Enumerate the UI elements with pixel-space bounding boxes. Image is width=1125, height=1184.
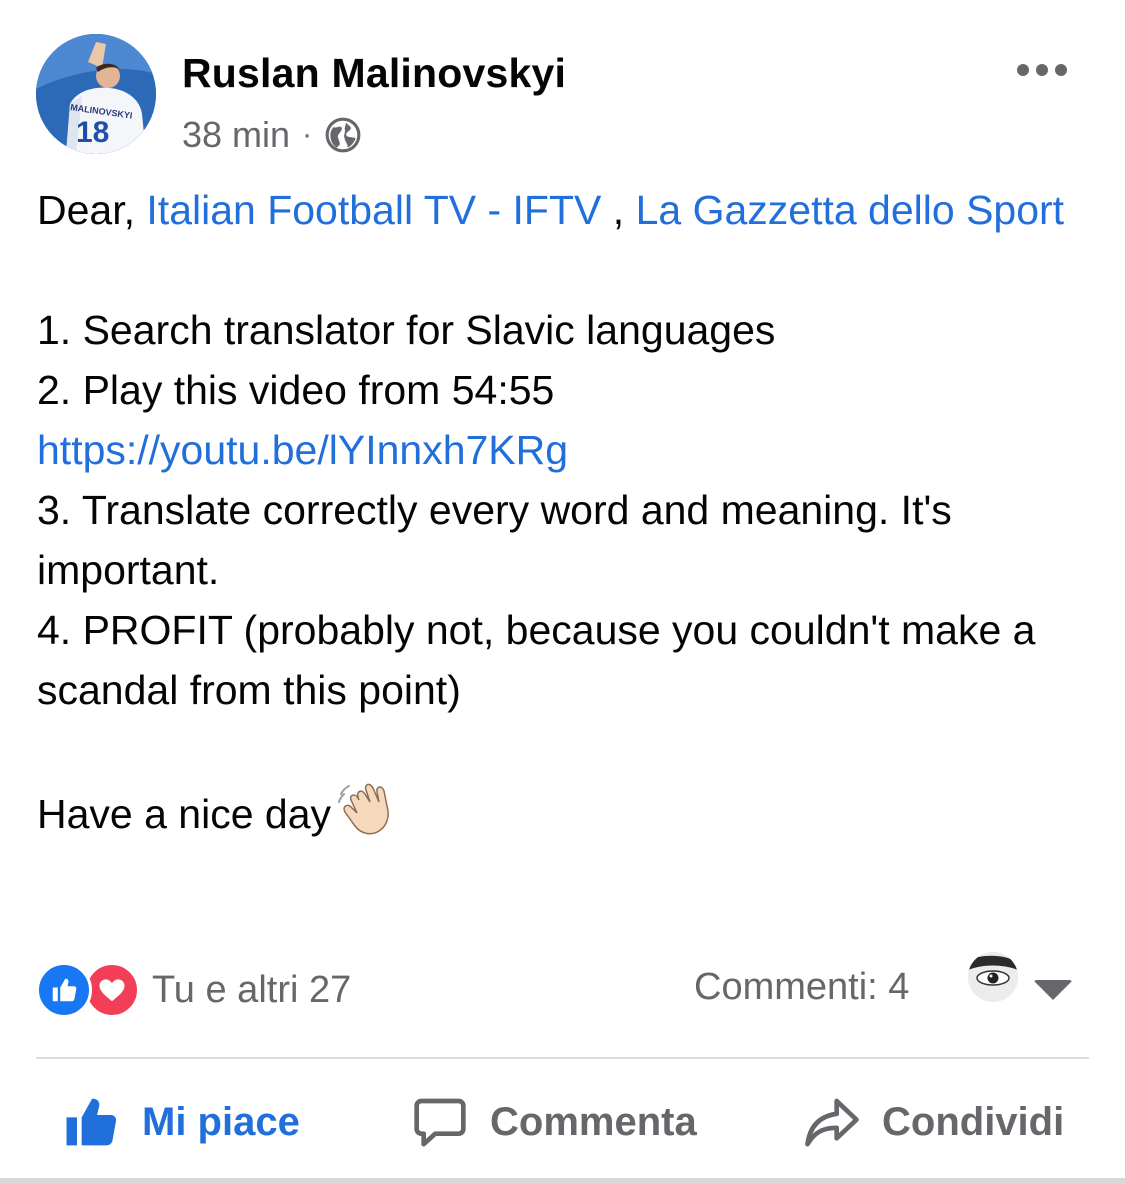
tag-separator: , [612,187,625,233]
greeting-text: Dear, [37,187,135,233]
feed-separator [0,1178,1125,1184]
reaction-count: Tu e altri 27 [152,968,352,1011]
player-photo: MALINOVSKYI 18 [36,34,156,154]
tag-link-iftv[interactable]: Italian Football TV - IFTV [146,187,601,233]
waving-hand-emoji [337,780,397,854]
actions-divider [36,1057,1089,1059]
author-avatar[interactable]: MALINOVSKYI 18 [36,34,156,154]
post-body: Dear, Italian Football TV - IFTV , La Ga… [37,180,1087,854]
closing-line: Have a nice day [37,780,1087,854]
more-options-icon[interactable] [1017,58,1071,82]
like-button-label: Mi piace [142,1099,300,1144]
post-actions: Mi piace Commenta Condividi [0,1080,1125,1164]
like-reaction-icon [36,962,92,1018]
comment-bubble-icon [414,1098,466,1147]
meta-separator: · [302,118,313,151]
like-button[interactable]: Mi piace [62,1080,300,1164]
youtube-link[interactable]: https://youtu.be/lYInnxh7KRg [37,427,568,473]
post-meta: 38 min · [182,114,362,156]
share-arrow-icon [805,1098,859,1147]
comment-button-label: Commenta [490,1099,697,1144]
share-button[interactable]: Condividi [804,1080,1064,1164]
tag-link-gazzetta[interactable]: La Gazzetta dello Sport [636,187,1064,233]
comment-count[interactable]: Commenti: 4 [694,966,909,1009]
globe-icon[interactable] [324,116,362,154]
post-time[interactable]: 38 min [182,114,290,156]
viewer-avatar[interactable] [968,952,1018,1002]
thumbs-up-icon [66,1098,117,1146]
step-1: 1. Search translator for Slavic language… [37,307,776,353]
closing-text: Have a nice day [37,790,332,837]
chevron-down-icon[interactable] [1033,980,1073,1000]
svg-text:18: 18 [76,116,109,149]
author-name[interactable]: Ruslan Malinovskyi [182,50,566,97]
love-reaction-icon [84,962,140,1018]
comment-button[interactable]: Commenta [412,1080,697,1164]
share-button-label: Condividi [882,1099,1065,1144]
step-2-text: 2. Play this video from 54:55 [37,367,555,413]
step-2: 2. Play this video from 54:55 https://yo… [37,360,1087,480]
greeting-paragraph: Dear, Italian Football TV - IFTV , La Ga… [37,180,1087,240]
reactions-summary[interactable]: Tu e altri 27 [36,962,351,1018]
step-3: 3. Translate correctly every word and me… [37,487,952,593]
step-4: 4. PROFIT (probably not, because you cou… [37,607,1036,713]
